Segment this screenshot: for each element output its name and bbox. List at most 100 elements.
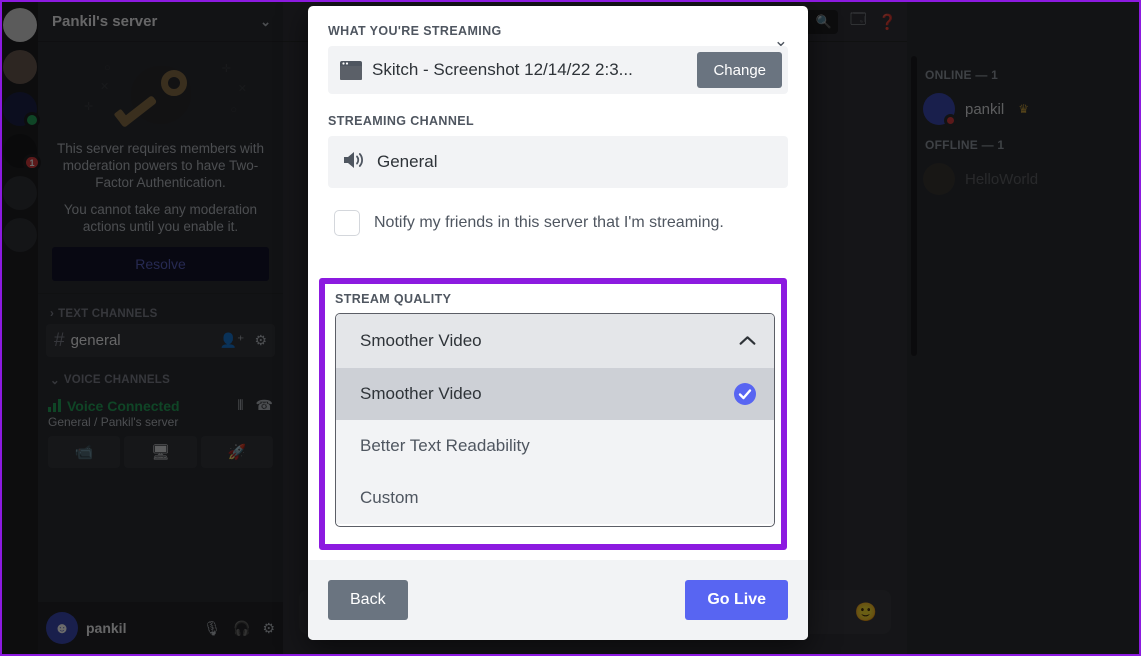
- notify-label: Notify my friends in this server that I'…: [374, 214, 724, 231]
- hash-icon: #: [54, 329, 65, 351]
- go-live-button[interactable]: Go Live: [685, 580, 788, 620]
- spark-icon: ✕: [100, 81, 110, 93]
- modal-footer: Back Go Live: [308, 560, 808, 640]
- chevron-down-icon[interactable]: ⌄: [774, 32, 788, 49]
- server-rail: 1: [2, 2, 41, 654]
- member-name: HelloWorld: [965, 170, 1039, 188]
- help-icon[interactable]: ❓: [878, 13, 897, 31]
- gear-icon[interactable]: ⚙: [262, 620, 275, 637]
- gear-icon[interactable]: ⚙: [254, 332, 267, 349]
- online-badge: [24, 112, 40, 128]
- chevron-up-icon: [739, 333, 756, 350]
- emoji-icon[interactable]: 🙂: [855, 602, 877, 623]
- microphone-icon[interactable]: 🎙: [203, 620, 221, 637]
- crown-icon: ♛: [1018, 102, 1029, 116]
- text-channels-header[interactable]: › TEXT CHANNELS: [46, 304, 275, 324]
- chevron-down-icon: ⌄: [260, 13, 271, 29]
- spark-icon: ✛: [84, 101, 94, 113]
- server-icon[interactable]: [3, 50, 37, 84]
- member-row[interactable]: pankil ♛: [923, 88, 1131, 130]
- text-channels-label: TEXT CHANNELS: [58, 308, 158, 320]
- avatar[interactable]: ☻: [46, 612, 78, 644]
- activities-button[interactable]: 🚀: [200, 436, 273, 468]
- server-icon[interactable]: 1: [3, 134, 41, 171]
- stream-source-title: Skitch - Screenshot 12/14/22 2:3...: [372, 60, 633, 79]
- stream-quality-option-better-text-readability[interactable]: Better Text Readability: [336, 420, 774, 472]
- resolve-button[interactable]: Resolve: [52, 247, 269, 281]
- video-button[interactable]: 📹: [48, 436, 121, 468]
- streaming-channel-value: General: [377, 152, 438, 171]
- scrollbar[interactable]: [911, 56, 917, 356]
- key-illustration: ○ ✕ ✛ ✛ ✕ ○: [52, 56, 269, 134]
- text-channels-group: › TEXT CHANNELS # general 👤⁺ ⚙: [38, 304, 283, 359]
- option-label: Smoother Video: [360, 384, 482, 403]
- check-icon: [734, 383, 756, 405]
- avatar: [923, 93, 957, 127]
- signal-icon: [48, 399, 61, 412]
- stream-quality-selected-value: Smoother Video: [360, 331, 482, 350]
- server-icon[interactable]: [3, 8, 37, 42]
- what-streaming-label: WHAT YOU'RE STREAMING: [328, 24, 502, 38]
- spark-icon: ✛: [221, 63, 231, 75]
- option-label: Better Text Readability: [360, 436, 530, 455]
- chevron-right-icon: ›: [50, 308, 55, 320]
- stream-quality-label: STREAM QUALITY: [335, 292, 452, 306]
- server-icon[interactable]: [3, 92, 40, 128]
- stream-quality-select: Smoother Video Smoother Video Better Tex…: [335, 313, 775, 527]
- streaming-channel-label: STREAMING CHANNEL: [328, 114, 474, 128]
- option-label: Custom: [360, 488, 419, 507]
- voice-channels-label: VOICE CHANNELS: [63, 374, 170, 386]
- server-header[interactable]: Pankil's server ⌄: [38, 2, 283, 42]
- voice-channels-header[interactable]: ⌄ VOICE CHANNELS: [46, 369, 275, 391]
- avatar: [923, 163, 955, 195]
- voice-connected-title: Voice Connected: [67, 397, 180, 414]
- unread-badge: 1: [23, 154, 41, 171]
- voice-connected-panel: Voice Connected ⦀ ☎ General / Pankil's s…: [38, 391, 283, 472]
- two-factor-line-2: You cannot take any moderation actions u…: [63, 202, 258, 234]
- go-live-modal: WHAT YOU'RE STREAMING ⌄ Skitch - Screens…: [308, 6, 808, 640]
- modal-body: WHAT YOU'RE STREAMING ⌄ Skitch - Screens…: [308, 6, 808, 560]
- headphones-icon[interactable]: 🎧: [233, 620, 250, 637]
- search-icon: 🔍: [815, 13, 833, 29]
- server-icon[interactable]: [3, 176, 37, 210]
- two-factor-notice: ○ ✕ ✛ ✛ ✕ ○ This server requires members…: [38, 42, 283, 294]
- speaker-icon: [342, 149, 366, 176]
- spark-icon: ○: [230, 104, 237, 116]
- spark-icon: ✕: [237, 83, 247, 95]
- change-button[interactable]: Change: [697, 52, 782, 88]
- member-sidebar: ONLINE — 1 pankil ♛ OFFLINE — 1 HelloWor…: [907, 2, 1139, 654]
- noise-suppression-icon[interactable]: ⦀: [237, 397, 243, 414]
- key-blob: [113, 66, 191, 128]
- stream-quality-option-smoother-video[interactable]: Smoother Video: [336, 368, 774, 420]
- two-factor-line-1: This server requires members with modera…: [56, 141, 265, 190]
- voice-connected-subtitle: General / Pankil's server: [48, 415, 179, 429]
- voice-channels-group: ⌄ VOICE CHANNELS: [38, 369, 283, 391]
- back-button[interactable]: Back: [328, 580, 408, 620]
- dnd-status-icon: [944, 114, 957, 127]
- chevron-down-icon: ⌄: [50, 375, 60, 387]
- streaming-channel-row[interactable]: General: [328, 136, 788, 188]
- add-member-icon[interactable]: 👤⁺: [220, 332, 245, 349]
- add-server-button[interactable]: [3, 218, 37, 252]
- stream-source-row: Skitch - Screenshot 12/14/22 2:3... Chan…: [328, 46, 788, 94]
- channel-sidebar: Pankil's server ⌄ ○ ✕ ✛ ✛ ✕ ○ This serve…: [38, 2, 283, 654]
- user-panel: ☻ pankil 🎙 🎧 ⚙: [38, 602, 283, 654]
- inbox-icon[interactable]: 🗔: [850, 9, 866, 34]
- channel-item-general[interactable]: # general 👤⁺ ⚙: [46, 324, 275, 357]
- spark-icon: ○: [104, 62, 111, 74]
- stream-quality-option-custom[interactable]: Custom: [336, 472, 774, 524]
- member-row[interactable]: HelloWorld: [923, 158, 1131, 200]
- disconnect-icon[interactable]: ☎: [256, 397, 273, 414]
- server-name: Pankil's server: [52, 13, 158, 30]
- stream-quality-section: STREAM QUALITY Smoother Video Smoother V…: [319, 278, 787, 550]
- member-group-online: ONLINE — 1: [925, 68, 999, 82]
- app-window: 1 Pankil's server ⌄ ○ ✕ ✛ ✛ ✕ ○ This ser…: [0, 0, 1141, 656]
- notify-checkbox[interactable]: [334, 210, 360, 236]
- notify-row[interactable]: Notify my friends in this server that I'…: [328, 210, 788, 236]
- screen-share-button[interactable]: 🖥: [124, 436, 197, 468]
- stream-quality-select-trigger[interactable]: Smoother Video: [336, 314, 774, 368]
- window-icon: [340, 60, 362, 80]
- user-name: pankil: [86, 620, 127, 636]
- channel-name: general: [70, 332, 121, 349]
- member-name: pankil: [965, 100, 1005, 118]
